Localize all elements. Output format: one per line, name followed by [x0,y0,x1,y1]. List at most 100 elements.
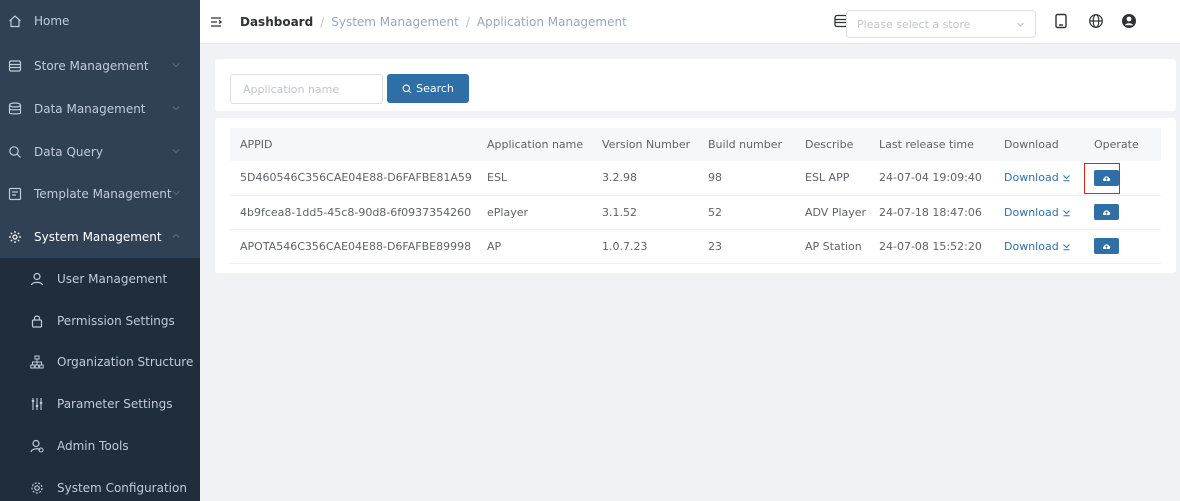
download-icon [1062,209,1070,216]
download-icon [1062,175,1070,182]
cell-describe: ADV Player [805,205,867,219]
sidebar-item-label: User Management [57,272,168,286]
app-root: Home Store Management Data Management Da… [0,0,1180,501]
cell-appid: 4b9fcea8-1dd5-45c8-90d8-6f0937354260 [240,205,472,219]
template-icon [8,187,22,201]
table-row: APOTA546C356CAE04E88-D6FAFBE89998 AP 1.0… [230,229,1161,263]
chevron-down-icon [172,149,180,154]
column-header-version-number: Version Number [602,138,691,151]
cell-application-name: AP [487,239,502,253]
lock-icon [31,315,43,328]
search-icon [9,146,21,158]
gear-icon [9,231,21,243]
sidebar-item-organization-structure[interactable]: Organization Structure [0,341,200,383]
column-header-operate: Operate [1094,138,1139,151]
sidebar-item-label: Permission Settings [57,314,175,328]
cloud-upload-icon [1102,210,1111,215]
user-icon [30,272,44,286]
sidebar-item-parameter-settings[interactable]: Parameter Settings [0,383,200,425]
breadcrumb-application-management: Application Management [476,15,627,29]
top-header: Dashboard / System Management / Application … [200,0,1180,44]
cell-download: Download [994,229,1084,263]
chevron-down-icon [1017,22,1024,27]
application-table-panel: APPID Application name Version Number Bu… [215,118,1176,273]
store-select-placeholder: Please select a store [857,18,971,31]
breadcrumb: Dashboard / System Management / Application … [240,15,627,29]
sidebar-item-label: System Management [34,230,162,244]
table-row: 5D460546C356CAE04E88-D6FAFBE81A59 ESL 3.… [230,161,1161,195]
cell-describe: AP Station [805,239,862,253]
highlight-box [1084,163,1120,194]
sidebar-item-data-query[interactable]: Data Query [0,131,200,173]
database-icon [8,102,22,115]
cell-application-name: ESL [487,171,508,185]
search-panel: Search [215,59,1176,111]
cell-version-number: 3.1.52 [602,205,637,219]
cell-describe: ESL APP [805,171,850,185]
application-table: APPID Application name Version Number Bu… [230,128,1161,264]
home-icon [9,15,21,28]
download-link-label: Download [1004,171,1059,185]
upload-button[interactable] [1094,238,1119,254]
cell-operate [1084,229,1161,263]
menu-fold-icon[interactable] [210,16,222,28]
sidebar-item-label: Parameter Settings [57,397,173,411]
sidebar-item-label: Home [34,14,70,28]
application-name-input[interactable] [231,75,382,103]
cell-operate [1084,195,1161,229]
sidebar-item-template-management[interactable]: Template Management [0,173,200,215]
cell-last-release-time: 24-07-04 19:09:40 [879,171,982,185]
cell-appid: 5D460546C356CAE04E88-D6FAFBE81A59 [240,171,472,185]
sidebar-item-system-configuration[interactable]: System Configuration [0,467,200,501]
cell-application-name: ePlayer [487,205,528,219]
chevron-down-icon [172,191,180,196]
table-row: 4b9fcea8-1dd5-45c8-90d8-6f0937354260 ePl… [230,195,1161,229]
breadcrumb-system-management[interactable]: System Management [331,15,459,29]
sidebar-item-label: Store Management [34,59,149,73]
sidebar: Home Store Management Data Management Da… [0,0,200,501]
chevron-down-icon [172,106,180,111]
store-select[interactable]: Please select a store [846,10,1036,38]
column-header-appid: APPID [240,138,273,151]
admin-icon [30,439,44,453]
globe-icon[interactable] [1088,13,1104,29]
system-management-submenu: User Management Permission Settings Orga… [0,258,200,501]
column-header-application-name: Application name [487,138,584,151]
download-icon [1062,243,1070,250]
search-button[interactable]: Search [387,74,469,103]
user-avatar-icon[interactable] [1121,13,1137,29]
config-icon [31,482,43,494]
chevron-up-icon [172,233,180,238]
tablet-icon[interactable] [1053,13,1069,29]
sidebar-item-label: Organization Structure [57,355,194,369]
sidebar-item-label: Template Management [34,187,172,201]
breadcrumb-dashboard[interactable]: Dashboard [240,15,313,29]
cell-build-number: 98 [708,171,722,185]
cell-last-release-time: 24-07-08 15:52:20 [879,239,982,253]
search-icon [402,84,412,93]
sidebar-item-label: Data Query [34,145,103,159]
breadcrumb-separator: / [320,15,325,29]
upload-button[interactable] [1094,204,1119,220]
sidebar-item-store-management[interactable]: Store Management [0,45,200,87]
sidebar-item-admin-tools[interactable]: Admin Tools [0,425,200,467]
sidebar-item-data-management[interactable]: Data Management [0,88,200,130]
cell-download: Download [994,195,1084,229]
sidebar-item-system-management[interactable]: System Management [0,216,200,258]
column-header-download: Download [1004,138,1059,151]
store-icon [8,60,22,72]
parameter-icon [31,398,43,410]
cell-version-number: 3.2.98 [602,171,637,185]
sidebar-item-home[interactable]: Home [0,0,200,42]
cell-download: Download [994,161,1084,195]
sidebar-item-label: Admin Tools [57,439,129,453]
column-header-build-number: Build number [708,138,783,151]
download-link[interactable]: Download [1004,206,1071,219]
chevron-down-icon [172,63,180,68]
application-name-input-wrapper [230,74,383,104]
sidebar-item-user-management[interactable]: User Management [0,258,200,300]
download-link[interactable]: Download [1004,240,1071,253]
sidebar-item-label: System Configuration [57,481,187,495]
download-link[interactable]: Download [1004,171,1071,184]
sidebar-item-permission-settings[interactable]: Permission Settings [0,300,200,342]
